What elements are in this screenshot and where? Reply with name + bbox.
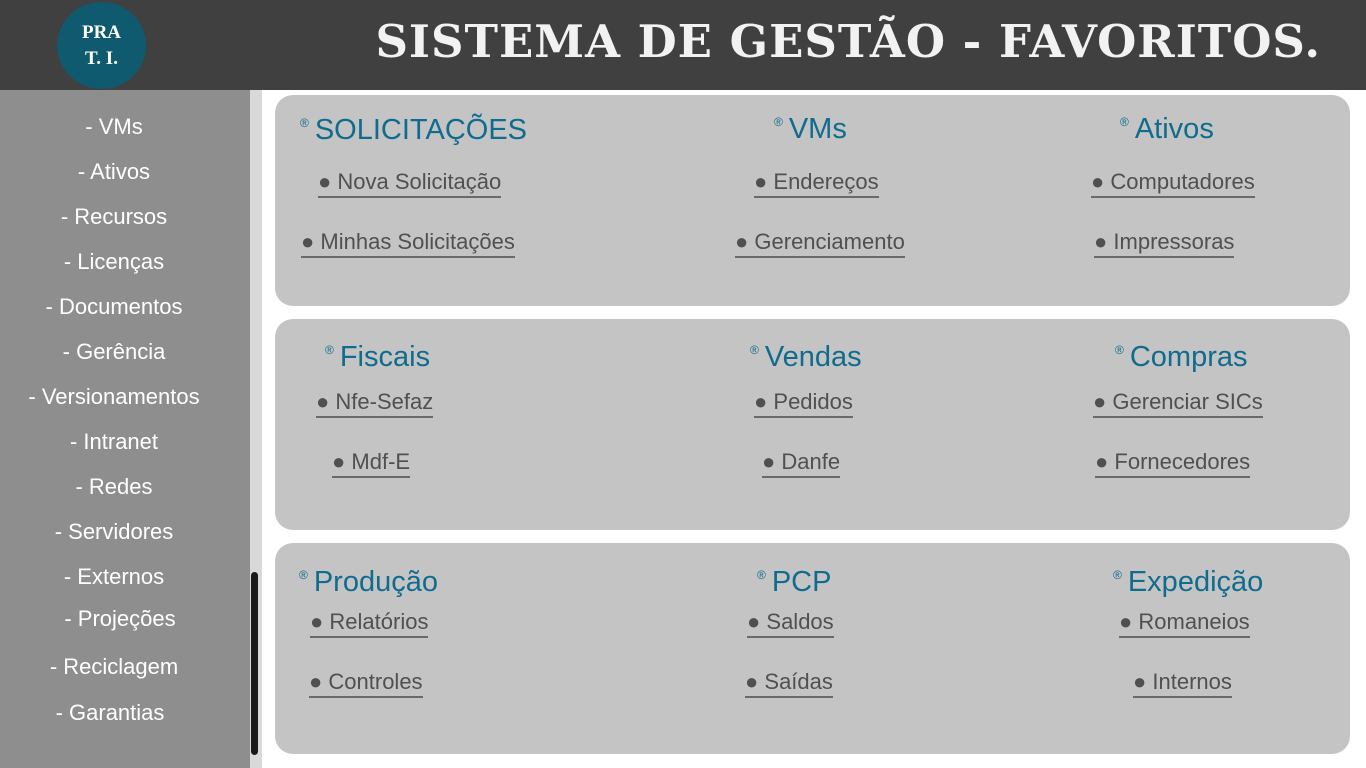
link-internos[interactable]: ● Internos bbox=[1133, 668, 1232, 698]
favorites-panel-3: ® Produção ● Relatórios ● Controles ® PCP … bbox=[275, 543, 1350, 754]
category-solicitacoes[interactable]: ® SOLICITAÇÕES bbox=[300, 105, 527, 148]
link-nfe-sefaz[interactable]: ● Nfe-Sefaz bbox=[316, 388, 434, 418]
link-enderecos[interactable]: ● Endereços bbox=[754, 168, 879, 198]
sidebar-item-recursos[interactable]: - Recursos bbox=[0, 203, 228, 231]
link-impressoras[interactable]: ● Impressoras bbox=[1094, 228, 1235, 258]
registered-icon: ® bbox=[325, 343, 334, 357]
category-title: Produção bbox=[313, 566, 438, 598]
favorites-panel-1: ® SOLICITAÇÕES ● Nova Solicitação ● Minha… bbox=[275, 95, 1350, 306]
sidebar-scrollbar-thumb[interactable] bbox=[251, 572, 258, 755]
logo-line-2: T. I. bbox=[85, 47, 118, 69]
registered-icon: ® bbox=[1115, 343, 1124, 357]
registered-icon: ® bbox=[300, 116, 309, 130]
link-controles[interactable]: ● Controles bbox=[309, 668, 423, 698]
category-fiscais[interactable]: ® Fiscais bbox=[325, 332, 430, 375]
category-title: SOLICITAÇÕES bbox=[314, 114, 528, 146]
category-vendas[interactable]: ® Vendas bbox=[750, 332, 862, 375]
sidebar-item-redes[interactable]: - Redes bbox=[0, 473, 228, 501]
logo-line-1: PRA bbox=[81, 21, 122, 43]
link-computadores[interactable]: ● Computadores bbox=[1091, 168, 1255, 198]
page-title: SISTEMA DE GESTÃO - FAVORITOS. bbox=[375, 15, 1321, 68]
sidebar-item-ativos[interactable]: - Ativos bbox=[0, 158, 228, 186]
link-gerenciamento[interactable]: ● Gerenciamento bbox=[735, 228, 905, 258]
sidebar-item-garantias[interactable]: - Garantias bbox=[0, 699, 224, 727]
category-title: VMs bbox=[788, 113, 847, 145]
sidebar-item-intranet[interactable]: - Intranet bbox=[0, 428, 228, 456]
link-minhas-solicitacoes[interactable]: ● Minhas Solicitações bbox=[301, 228, 515, 258]
sidebar-item-documentos[interactable]: - Documentos bbox=[0, 293, 228, 321]
sidebar-item-reciclagem[interactable]: - Reciclagem bbox=[0, 653, 228, 681]
sidebar-item-gerencia[interactable]: - Gerência bbox=[0, 338, 228, 366]
link-relatorios[interactable]: ● Relatórios bbox=[310, 608, 429, 638]
sidebar-item-projecoes[interactable]: - Projeções bbox=[6, 605, 234, 633]
link-saldos[interactable]: ● Saldos bbox=[747, 608, 834, 638]
link-nova-solicitacao[interactable]: ● Nova Solicitação bbox=[318, 168, 502, 198]
link-romaneios[interactable]: ● Romaneios bbox=[1119, 608, 1250, 638]
link-gerenciar-sics[interactable]: ● Gerenciar SICs bbox=[1093, 388, 1263, 418]
sidebar-item-licencas[interactable]: - Licenças bbox=[0, 248, 228, 276]
favorites-panel-2: ® Fiscais ● Nfe-Sefaz ● Mdf-E ® Vendas ● P… bbox=[275, 319, 1350, 530]
registered-icon: ® bbox=[299, 568, 308, 582]
category-pcp[interactable]: ® PCP bbox=[757, 557, 831, 600]
registered-icon: ® bbox=[774, 115, 783, 129]
link-mdf-e[interactable]: ● Mdf-E bbox=[332, 448, 411, 478]
sidebar-item-versionamentos[interactable]: - Versionamentos bbox=[0, 383, 228, 411]
category-ativos[interactable]: ® Ativos bbox=[1120, 104, 1214, 147]
category-expedicao[interactable]: ® Expedição bbox=[1113, 557, 1263, 600]
logo[interactable]: PRA T. I. bbox=[57, 2, 146, 89]
category-title: PCP bbox=[771, 566, 832, 598]
category-title: Ativos bbox=[1134, 113, 1214, 145]
category-title: Compras bbox=[1129, 341, 1248, 373]
category-title: Fiscais bbox=[339, 341, 431, 373]
category-vms[interactable]: ® VMs bbox=[774, 104, 847, 147]
category-title: Vendas bbox=[764, 341, 862, 373]
category-producao[interactable]: ® Produção bbox=[299, 557, 438, 600]
header-bar: PRA T. I. SISTEMA DE GESTÃO - FAVORITOS. bbox=[0, 0, 1366, 90]
link-saidas[interactable]: ● Saídas bbox=[745, 668, 833, 698]
sidebar: - VMs - Ativos - Recursos - Licenças - D… bbox=[0, 90, 250, 768]
sidebar-item-servidores[interactable]: - Servidores bbox=[0, 518, 228, 546]
sidebar-item-externos[interactable]: - Externos bbox=[0, 563, 228, 591]
category-compras[interactable]: ® Compras bbox=[1115, 332, 1248, 375]
category-title: Expedição bbox=[1127, 566, 1264, 598]
registered-icon: ® bbox=[1120, 115, 1129, 129]
sidebar-item-vms[interactable]: - VMs bbox=[0, 113, 228, 141]
registered-icon: ® bbox=[1113, 568, 1122, 582]
link-fornecedores[interactable]: ● Fornecedores bbox=[1095, 448, 1251, 478]
registered-icon: ® bbox=[757, 568, 766, 582]
link-danfe[interactable]: ● Danfe bbox=[762, 448, 841, 478]
registered-icon: ® bbox=[750, 343, 759, 357]
link-pedidos[interactable]: ● Pedidos bbox=[754, 388, 853, 418]
